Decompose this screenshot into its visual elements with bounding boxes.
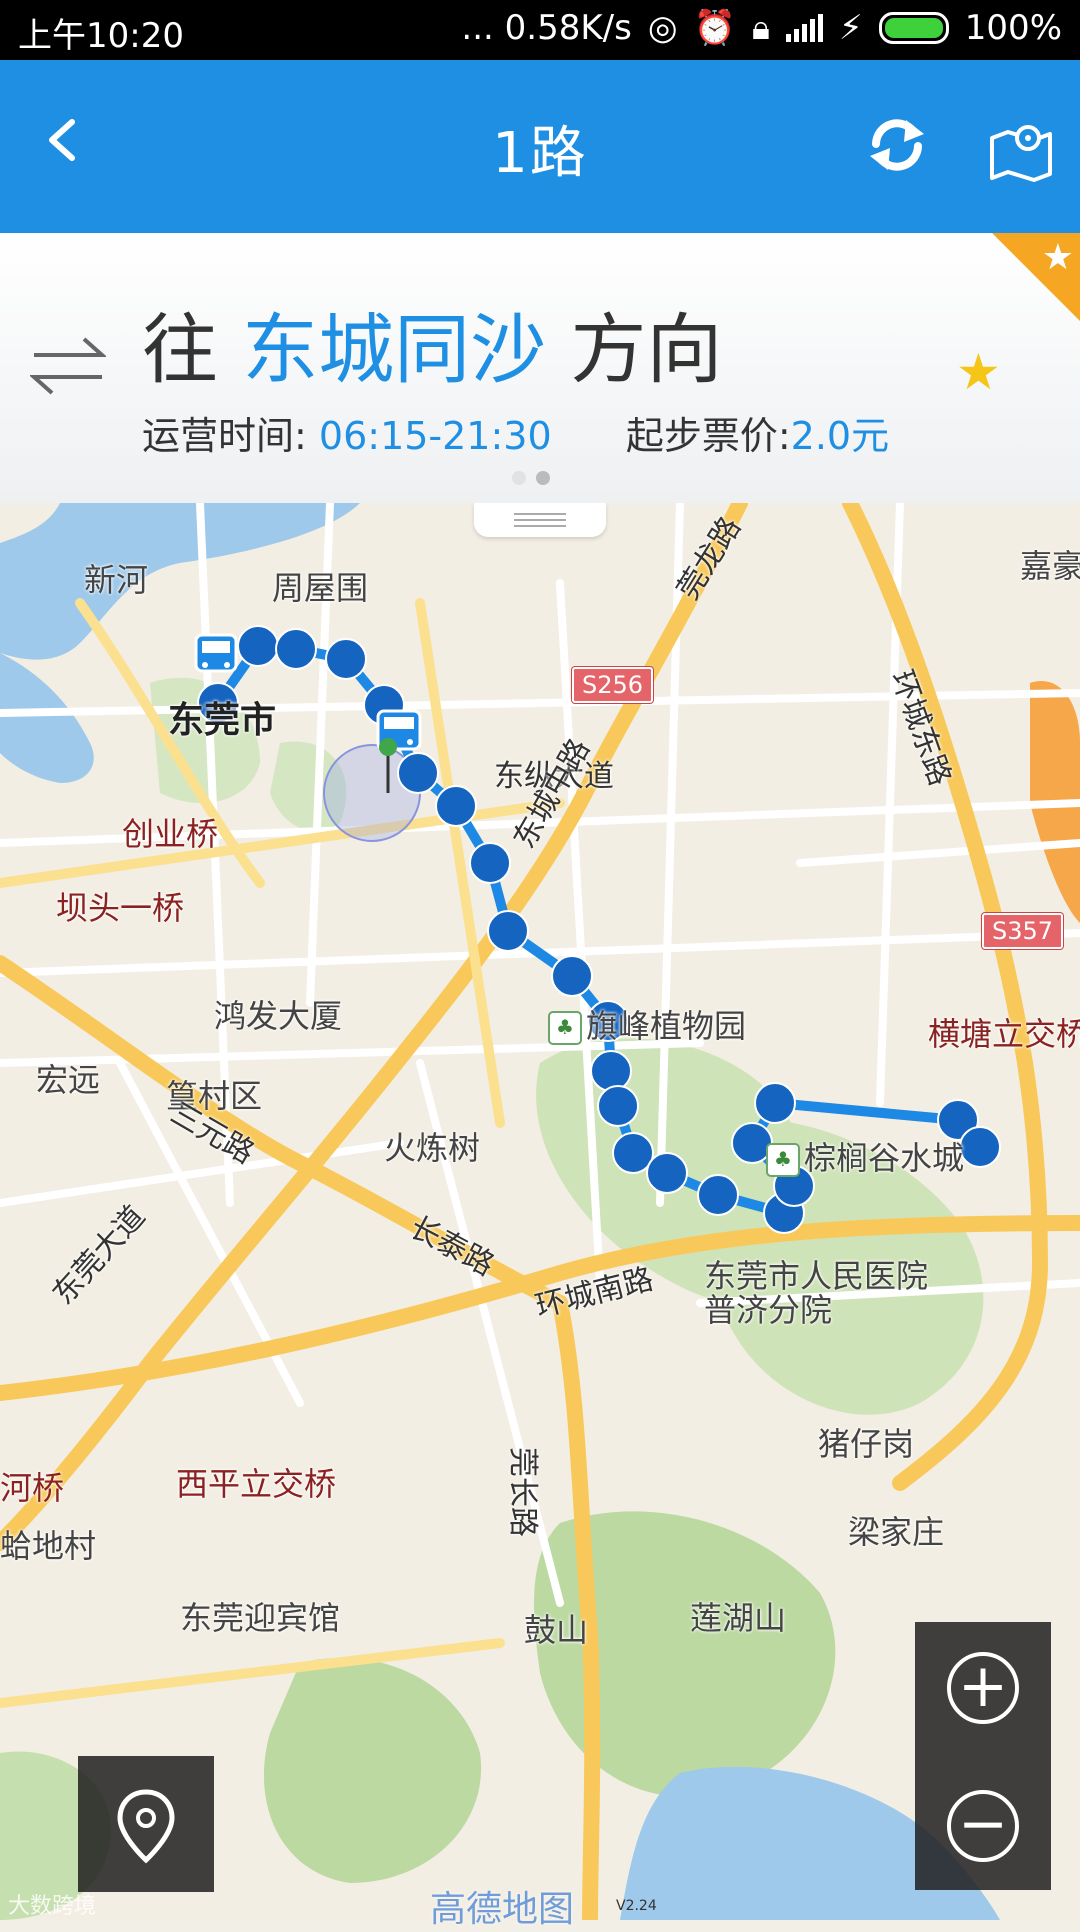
alarm-icon: ⏰ <box>693 8 736 48</box>
location-pin-icon <box>117 1789 175 1864</box>
battery-percent: 100% <box>964 8 1062 48</box>
map-label: 梁家庄 <box>848 1513 945 1551</box>
favorite-star-icon[interactable]: ★ <box>956 343 1001 401</box>
network-speed: ... 0.58K/s <box>461 8 632 48</box>
battery-icon <box>878 12 949 44</box>
map-label: 宏远 <box>36 1061 101 1099</box>
panel-drag-handle[interactable] <box>474 503 606 537</box>
status-time: 上午10:20 <box>18 16 184 56</box>
map-label: 鼓山 <box>524 1611 589 1649</box>
map-label: 东莞迎宾馆 <box>180 1599 341 1637</box>
map-label: 横塘立交桥 <box>928 1015 1080 1053</box>
city-label: 东莞市 <box>168 700 277 741</box>
route-info: 运营时间: 06:15-21:30 起步票价:2.0元 <box>142 414 890 458</box>
map-label: 创业桥 <box>122 815 219 853</box>
park-icon: ♣ <box>548 1011 582 1045</box>
map-label: 鸿发大厦 <box>214 997 343 1035</box>
map-label: 猪仔岗 <box>818 1425 915 1463</box>
status-bar: 上午10:20 ... 0.58K/s ◎ ⏰ 🔒︎ ⚡ 100% <box>0 0 1080 60</box>
poi-label: 东莞市人民医院普济分院 <box>704 1257 929 1329</box>
refresh-icon[interactable] <box>862 110 932 180</box>
signal-icon <box>785 14 823 42</box>
swap-direction-icon[interactable] <box>30 333 106 399</box>
lock-icon: 🔒︎ <box>751 8 770 48</box>
charging-icon: ⚡ <box>838 8 863 48</box>
data-icon: ◎ <box>647 8 678 48</box>
map-provider-logo: 高德地图 <box>430 1889 575 1930</box>
highway-shield: S357 <box>982 913 1064 949</box>
zoom-controls: + − <box>915 1622 1051 1890</box>
direction-panel: 往 东城同沙 方向 运营时间: 06:15-21:30 起步票价:2.0元 ★ … <box>0 233 1080 504</box>
operating-hours: 06:15-21:30 <box>318 414 552 458</box>
direction-heading: 往 东城同沙 方向 <box>142 305 723 394</box>
watermark-text: 大数跨境 <box>8 1894 97 1919</box>
title-bar: 1路 <box>0 60 1080 233</box>
map-label: 河桥 <box>0 1469 65 1507</box>
road-label: 莞长路 <box>505 1447 540 1537</box>
map-label: 莲湖山 <box>690 1599 787 1637</box>
bus-icon <box>194 633 238 673</box>
poi-label: ♣ 棕榈谷水城 <box>766 1133 964 1179</box>
map-label: 火炼树 <box>384 1129 481 1167</box>
poi-label: ♣ 旗峰植物园 <box>548 1001 746 1047</box>
plus-icon[interactable]: + <box>947 1652 1019 1724</box>
map-label: 嘉豪 <box>1020 547 1080 585</box>
minus-icon[interactable]: − <box>947 1790 1019 1862</box>
star-badge-icon: ★ <box>1041 237 1074 278</box>
locate-button[interactable] <box>78 1756 214 1892</box>
fare-value: 2.0元 <box>790 414 890 458</box>
map-label: 新河 <box>84 561 149 599</box>
highway-shield: S256 <box>572 667 654 703</box>
map-pin-icon[interactable] <box>988 116 1054 182</box>
map-label: 西平立交桥 <box>176 1465 337 1503</box>
version-label: V2.24 <box>616 1898 657 1914</box>
map-label: 坝头一桥 <box>56 889 185 927</box>
map-label: 周屋围 <box>272 569 369 607</box>
map-label: 蛤地村 <box>0 1527 97 1565</box>
park-icon: ♣ <box>766 1143 800 1177</box>
destination-name: 东城同沙 <box>242 305 547 394</box>
page-indicator <box>512 471 550 485</box>
